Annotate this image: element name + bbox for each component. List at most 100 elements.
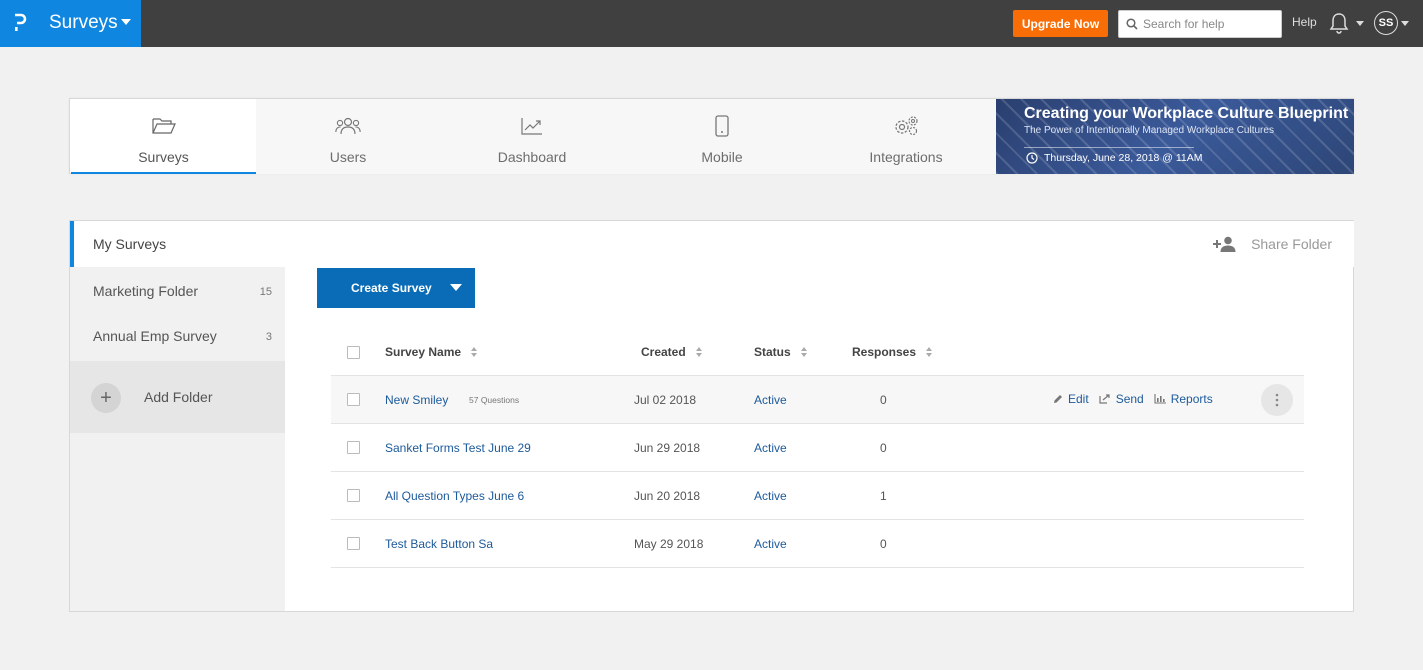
tab-label: Users [329, 149, 367, 165]
gears-icon [895, 116, 918, 136]
app-switcher[interactable]: Surveys [0, 0, 141, 47]
send-button[interactable]: Send [1099, 392, 1144, 406]
sidebar-item-marketing-folder[interactable]: Marketing Folder 15 [70, 269, 285, 313]
app-name: Surveys [49, 12, 118, 33]
plus-icon: + [91, 383, 121, 413]
divider [1024, 147, 1194, 148]
main-nav: Surveys Users Dashboard Mobile Integrati… [69, 98, 1354, 174]
created-date: May 29 2018 [634, 537, 704, 551]
users-icon [335, 117, 361, 135]
row-checkbox[interactable] [347, 441, 360, 454]
response-count: 0 [880, 441, 887, 455]
sidebar-header-my-surveys[interactable]: My Surveys [70, 221, 1354, 267]
status-label[interactable]: Active [754, 489, 787, 503]
table-row[interactable]: All Question Types June 6 Jun 20 2018 Ac… [331, 472, 1304, 520]
chevron-down-icon [121, 19, 131, 25]
surveys-panel: My Surveys Marketing Folder 15 Annual Em… [69, 220, 1354, 612]
sidebar: My Surveys Marketing Folder 15 Annual Em… [70, 221, 1354, 611]
created-date: Jul 02 2018 [634, 393, 697, 407]
response-count: 0 [880, 393, 887, 407]
bell-icon[interactable] [1328, 12, 1350, 34]
tab-label: Mobile [701, 149, 743, 165]
edit-button[interactable]: Edit [1053, 392, 1089, 406]
create-survey-button[interactable]: Create Survey [317, 268, 475, 308]
chevron-down-icon[interactable] [450, 284, 462, 291]
add-folder-button[interactable]: + Add Folder [70, 361, 285, 433]
surveys-table: Survey Name Created Status Responses New… [331, 329, 1304, 568]
pencil-icon [1054, 395, 1062, 403]
tab-integrations[interactable]: Integrations [817, 99, 995, 174]
created-date: Jun 29 2018 [634, 441, 701, 455]
tab-label: Integrations [869, 149, 943, 165]
logo-icon [15, 13, 27, 31]
row-checkbox[interactable] [347, 537, 360, 550]
chart-line-icon [521, 118, 542, 135]
add-folder-label: Add Folder [144, 389, 213, 405]
column-header-survey-name[interactable]: Survey Name [385, 345, 478, 359]
row-actions: Edit Send Reports [1053, 392, 1223, 406]
avatar[interactable]: SS [1374, 11, 1398, 35]
status-label[interactable]: Active [754, 537, 787, 551]
share-folder-button[interactable]: Share Folder [1213, 236, 1332, 252]
chevron-down-icon[interactable] [1401, 21, 1409, 26]
table-row[interactable]: Sanket Forms Test June 29 Jun 29 2018 Ac… [331, 424, 1304, 472]
tab-dashboard[interactable]: Dashboard [440, 99, 624, 174]
folder-name: Annual Emp Survey [93, 328, 217, 344]
chevron-down-icon[interactable] [1356, 21, 1364, 26]
search-box[interactable] [1118, 10, 1282, 38]
column-header-created[interactable]: Created [641, 345, 703, 359]
survey-name-link[interactable]: Sanket Forms Test June 29 [385, 441, 531, 455]
folder-count: 3 [265, 331, 272, 343]
sort-icon[interactable] [926, 346, 933, 358]
promo-banner[interactable]: Creating your Workplace Culture Blueprin… [996, 99, 1354, 174]
upgrade-button[interactable]: Upgrade Now [1013, 10, 1108, 37]
more-vertical-icon [1275, 393, 1279, 407]
sidebar-item-annual-emp-survey[interactable]: Annual Emp Survey 3 [70, 314, 285, 358]
banner-date: Thursday, June 28, 2018 @ 11AM [1044, 152, 1203, 164]
question-count: 57 Questions [469, 395, 520, 405]
search-input[interactable] [1143, 17, 1273, 31]
column-header-responses[interactable]: Responses [852, 345, 933, 359]
folder-name: Marketing Folder [93, 283, 199, 299]
status-label[interactable]: Active [754, 393, 787, 407]
share-icon [1099, 394, 1110, 404]
banner-date-row: Thursday, June 28, 2018 @ 11AM [1026, 152, 1203, 164]
response-count: 0 [880, 537, 887, 551]
tab-users[interactable]: Users [256, 99, 440, 174]
tab-mobile[interactable]: Mobile [627, 99, 817, 174]
table-row[interactable]: Test Back Button Sa May 29 2018 Active 0 [331, 520, 1304, 568]
create-survey-label: Create Survey [351, 281, 432, 295]
column-header-status[interactable]: Status [754, 345, 808, 359]
banner-subtitle: The Power of Intentionally Managed Workp… [1024, 125, 1274, 136]
response-count: 1 [880, 489, 887, 503]
folder-open-icon [151, 118, 176, 134]
search-icon [1126, 18, 1138, 30]
table-row[interactable]: New Smiley 57 Questions Jul 02 2018 Acti… [331, 376, 1304, 424]
help-link[interactable]: Help [1292, 15, 1317, 29]
sidebar-header-label: My Surveys [93, 236, 167, 252]
sort-icon[interactable] [800, 346, 808, 358]
status-label[interactable]: Active [754, 441, 787, 455]
folder-count: 15 [259, 286, 272, 298]
reports-button[interactable]: Reports [1154, 392, 1213, 406]
select-all-checkbox[interactable] [347, 346, 360, 359]
survey-name-link[interactable]: All Question Types June 6 [385, 489, 524, 503]
mobile-icon [715, 115, 729, 137]
row-checkbox[interactable] [347, 489, 360, 502]
tab-surveys[interactable]: Surveys [71, 99, 256, 174]
table-header: Survey Name Created Status Responses [331, 329, 1304, 376]
clock-icon [1026, 152, 1038, 164]
top-bar: Surveys Upgrade Now Help SS [0, 0, 1423, 47]
survey-name-link[interactable]: Test Back Button Sa [385, 537, 493, 551]
sort-icon[interactable] [471, 346, 478, 358]
add-user-icon [1213, 236, 1236, 252]
bar-chart-icon [1154, 394, 1166, 404]
row-checkbox[interactable] [347, 393, 360, 406]
more-options-button[interactable] [1261, 384, 1293, 416]
sort-icon[interactable] [695, 346, 703, 358]
banner-title: Creating your Workplace Culture Blueprin… [1024, 105, 1349, 122]
created-date: Jun 20 2018 [634, 489, 701, 503]
survey-name-link[interactable]: New Smiley [385, 393, 448, 407]
share-folder-label: Share Folder [1251, 236, 1332, 252]
tab-label: Dashboard [497, 149, 567, 165]
